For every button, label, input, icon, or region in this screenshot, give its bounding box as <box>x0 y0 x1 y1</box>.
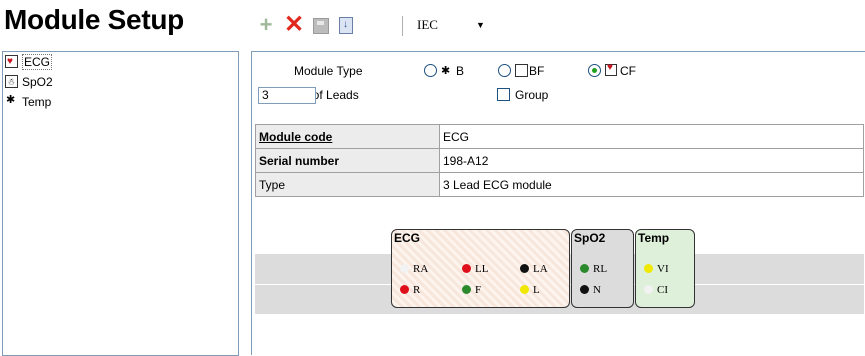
standard-select[interactable]: IEC <box>417 17 438 33</box>
property-key: Type <box>255 172 440 197</box>
lead-dot <box>644 285 653 294</box>
lead-dot <box>400 285 409 294</box>
lead-ll: LL <box>462 263 488 275</box>
module-type-label: Module Type <box>294 64 363 78</box>
lead-label: N <box>593 284 601 296</box>
lead-ci: CI <box>644 284 668 296</box>
lead-vi: VI <box>644 263 669 275</box>
lead-rl: RL <box>580 263 607 275</box>
property-key: Module code <box>255 124 440 149</box>
lead-dot <box>580 264 589 273</box>
table-row: Type 3 Lead ECG module <box>255 172 864 197</box>
module-box-title: ECG <box>394 231 421 245</box>
module-box-title: SpO2 <box>574 231 606 245</box>
property-value[interactable]: 198-A12 <box>439 148 864 173</box>
lead-label: R <box>413 284 421 296</box>
lead-dot <box>462 264 471 273</box>
lead-l: L <box>520 284 540 296</box>
lead-label: LL <box>475 263 489 275</box>
save-disk-icon[interactable] <box>313 18 329 34</box>
lead-r: R <box>400 284 420 296</box>
radio-type-bf[interactable] <box>498 64 511 77</box>
add-module-button[interactable]: + <box>255 14 277 36</box>
list-item-ecg[interactable]: ECG <box>5 53 53 71</box>
b-body-icon: ✱ <box>441 65 451 77</box>
b-body-icon <box>5 92 18 109</box>
lead-f: F <box>462 284 481 296</box>
lead-dot <box>520 285 529 294</box>
lead-label: RL <box>593 263 608 275</box>
lead-label: L <box>533 284 540 296</box>
property-value[interactable]: ECG <box>439 124 864 149</box>
leads-input[interactable]: 3 <box>258 87 316 104</box>
module-box-spo2[interactable]: SpO2 RL N <box>571 229 634 308</box>
module-box-title: Temp <box>638 231 670 245</box>
table-row: Module code ECG <box>255 124 864 149</box>
module-box-ecg[interactable]: ECG RA LL LA R F L <box>391 229 570 308</box>
toolbar-separator <box>402 16 403 36</box>
lead-dot <box>580 285 589 294</box>
list-item-label: Temp <box>22 95 52 109</box>
module-list: ECG SpO2 Temp <box>2 51 239 356</box>
radio-type-cf-label: CF <box>620 64 636 78</box>
group-label: Group <box>515 88 549 102</box>
list-item-label: SpO2 <box>22 75 53 89</box>
list-item-spo2[interactable]: SpO2 <box>5 74 53 91</box>
delete-module-button[interactable]: ✕ <box>282 13 306 37</box>
properties-table: Module code ECG Serial number 198-A12 Ty… <box>255 124 864 197</box>
lead-label: RA <box>413 263 429 275</box>
lead-dot <box>644 264 653 273</box>
radio-type-b-label: B <box>456 64 465 78</box>
lead-dot <box>400 264 409 273</box>
list-item-label: ECG <box>22 54 53 70</box>
radio-type-cf[interactable] <box>588 64 601 77</box>
table-row: Serial number 198-A12 <box>255 148 864 173</box>
lead-label: CI <box>657 284 668 296</box>
bf-body-icon <box>515 64 528 77</box>
property-value[interactable]: 3 Lead ECG module <box>439 172 864 197</box>
radio-type-b[interactable] <box>424 64 437 77</box>
cf-heart-icon <box>5 53 18 70</box>
list-item-temp[interactable]: Temp <box>5 92 52 111</box>
lead-la: LA <box>520 263 548 275</box>
lead-label: LA <box>533 263 548 275</box>
radio-type-bf-label: BF <box>529 64 545 78</box>
bf-body-icon <box>5 74 18 91</box>
lead-label: VI <box>657 263 669 275</box>
lead-n: N <box>580 284 601 296</box>
module-box-temp[interactable]: Temp VI CI <box>635 229 695 308</box>
download-arrow-icon: ↓ <box>343 19 348 30</box>
cf-heart-icon <box>605 62 617 76</box>
group-checkbox[interactable] <box>497 88 510 101</box>
lead-ra: RA <box>400 263 428 275</box>
property-key: Serial number <box>255 148 440 173</box>
page-title: Module Setup <box>4 4 184 35</box>
lead-label: F <box>475 284 482 296</box>
lead-dot <box>520 264 529 273</box>
dropdown-arrow-icon[interactable]: ▼ <box>476 15 485 35</box>
lead-diagram: ECG RA LL LA R F L SpO2 RL N Temp VI CI <box>255 209 864 354</box>
lead-dot <box>462 285 471 294</box>
import-button[interactable]: ↓ <box>339 17 353 34</box>
